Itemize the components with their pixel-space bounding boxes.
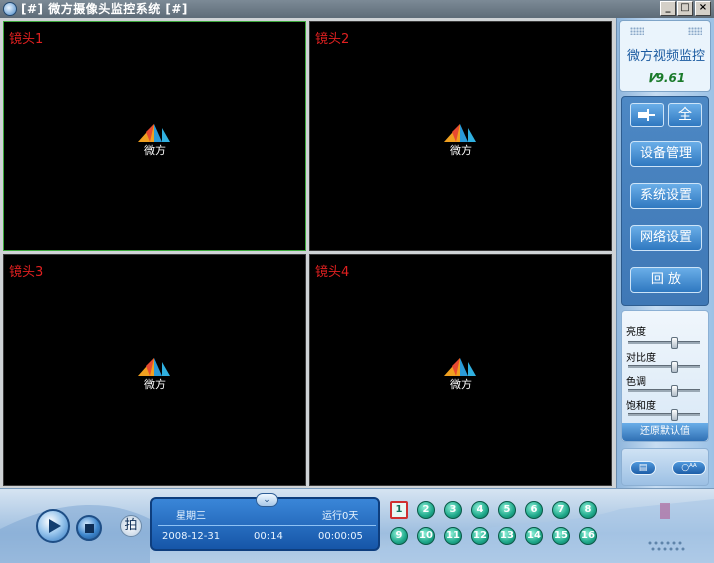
control-panel: 微方视频监控 𝑽9.61 全 设备管理 系统设置 网络设置 回 放 亮度 对比度… — [616, 18, 714, 490]
channel-button-16[interactable]: 16 — [579, 527, 597, 545]
contrast-slider[interactable] — [628, 361, 700, 373]
channel-button-14[interactable]: 14 — [525, 527, 543, 545]
camera-label: 镜头4 — [315, 265, 350, 280]
slider-thumb[interactable] — [670, 409, 678, 421]
pin-icon — [638, 109, 655, 121]
channel-button-5[interactable]: 5 — [498, 501, 516, 519]
dot-grid-icon — [630, 27, 644, 35]
playback-button[interactable]: 回 放 — [630, 267, 702, 293]
channel-button-13[interactable]: 13 — [498, 527, 516, 545]
audio-button[interactable]: ○ᴬᴬ — [672, 461, 706, 475]
channel-button-2[interactable]: 2 — [417, 501, 435, 519]
decorative-corner — [648, 503, 685, 551]
hue-slider[interactable] — [628, 385, 700, 397]
uptime-text: 00:00:05 — [318, 531, 363, 542]
weifang-logo-icon: 微方 — [443, 358, 476, 391]
hue-label: 色调 — [626, 377, 646, 388]
logo-text: 微方 — [144, 377, 166, 391]
weifang-logo-icon: 微方 — [137, 358, 170, 391]
close-button[interactable]: × — [695, 1, 711, 16]
slider-thumb[interactable] — [670, 385, 678, 397]
slider-thumb[interactable] — [670, 337, 678, 349]
camera-label: 镜头1 — [9, 32, 44, 47]
stop-button[interactable] — [76, 515, 102, 541]
weekday-text: 星期三 — [176, 511, 206, 522]
play-icon — [49, 519, 61, 533]
system-settings-button[interactable]: 系统设置 — [630, 183, 702, 209]
date-text: 2008-12-31 — [162, 531, 221, 542]
status-panel: ⌄ 星期三 运行0天 2008-12-31 00:14 00:00:05 — [150, 493, 380, 551]
channel-button-6[interactable]: 6 — [525, 501, 543, 519]
weifang-logo-icon: 微方 — [137, 124, 170, 157]
logo-text: 微方 — [450, 377, 472, 391]
brightness-label: 亮度 — [626, 327, 646, 338]
channel-button-12[interactable]: 12 — [471, 527, 489, 545]
panel-footer: ▤ ○ᴬᴬ — [621, 448, 709, 486]
brand-header: 微方视频监控 𝑽9.61 — [619, 20, 711, 92]
pin-button[interactable] — [630, 103, 664, 127]
brand-name: 微方视频监控 — [626, 49, 705, 64]
slider-thumb[interactable] — [670, 361, 678, 373]
channel-button-9[interactable]: 9 — [390, 527, 408, 545]
camera-label: 镜头3 — [9, 265, 44, 280]
maximize-button[interactable]: □ — [677, 1, 693, 16]
saturation-slider[interactable] — [628, 409, 700, 421]
app-window: [#] 微方摄像头监控系统 [#] _ □ × 镜头1 微方 镜头2 微方 镜头… — [0, 0, 714, 563]
image-adjust-section: 亮度 对比度 色调 饱和度 还原默认值 — [621, 310, 709, 442]
channel-button-7[interactable]: 7 — [552, 501, 570, 519]
channel-button-10[interactable]: 10 — [417, 527, 435, 545]
logo-text: 微方 — [450, 143, 472, 157]
fullscreen-button[interactable]: 全 — [668, 103, 702, 127]
channel-button-11[interactable]: 11 — [444, 527, 462, 545]
channel-button-15[interactable]: 15 — [552, 527, 570, 545]
saturation-label: 饱和度 — [626, 401, 656, 412]
channel-button-1[interactable]: 1 — [390, 501, 408, 519]
contrast-label: 对比度 — [626, 353, 656, 364]
camera-label: 镜头2 — [315, 32, 350, 47]
time-text: 00:14 — [254, 531, 283, 542]
minimize-button[interactable]: _ — [660, 1, 676, 16]
channel-button-3[interactable]: 3 — [444, 501, 462, 519]
logo-text: 微方 — [144, 143, 166, 157]
camera-view-3[interactable]: 镜头3 微方 — [3, 254, 306, 486]
window-title: [#] 微方摄像头监控系统 [#] — [21, 2, 188, 16]
brightness-slider[interactable] — [628, 337, 700, 349]
channel-button-8[interactable]: 8 — [579, 501, 597, 519]
camera-view-2[interactable]: 镜头2 微方 — [309, 21, 612, 251]
weifang-logo-icon: 微方 — [443, 124, 476, 157]
camera-view-4[interactable]: 镜头4 微方 — [309, 254, 612, 486]
expand-button[interactable]: ⌄ — [256, 493, 278, 507]
video-grid: 镜头1 微方 镜头2 微方 镜头3 微方 镜头4 微方 — [0, 18, 616, 488]
version-label: 𝑽9.61 — [648, 71, 686, 85]
snapshot-button[interactable]: 拍 — [120, 515, 142, 537]
divider — [158, 525, 376, 526]
network-settings-button[interactable]: 网络设置 — [630, 225, 702, 251]
playback-bar: 拍 ⌄ 星期三 运行0天 2008-12-31 00:14 00:00:05 1… — [0, 488, 714, 563]
menu-section: 全 设备管理 系统设置 网络设置 回 放 — [621, 96, 709, 306]
camera-view-1[interactable]: 镜头1 微方 — [3, 21, 306, 251]
stop-icon — [85, 524, 94, 533]
device-manage-button[interactable]: 设备管理 — [630, 141, 702, 167]
reset-defaults-button[interactable]: 还原默认值 — [622, 423, 708, 441]
dot-grid-icon — [688, 27, 702, 35]
play-button[interactable] — [36, 509, 70, 543]
title-bar: [#] 微方摄像头监控系统 [#] _ □ × — [0, 0, 714, 18]
record-list-button[interactable]: ▤ — [630, 461, 656, 475]
channel-button-4[interactable]: 4 — [471, 501, 489, 519]
camera-app-icon — [3, 2, 17, 16]
running-days-text: 运行0天 — [322, 511, 359, 522]
version-number: 9.61 — [655, 71, 686, 85]
